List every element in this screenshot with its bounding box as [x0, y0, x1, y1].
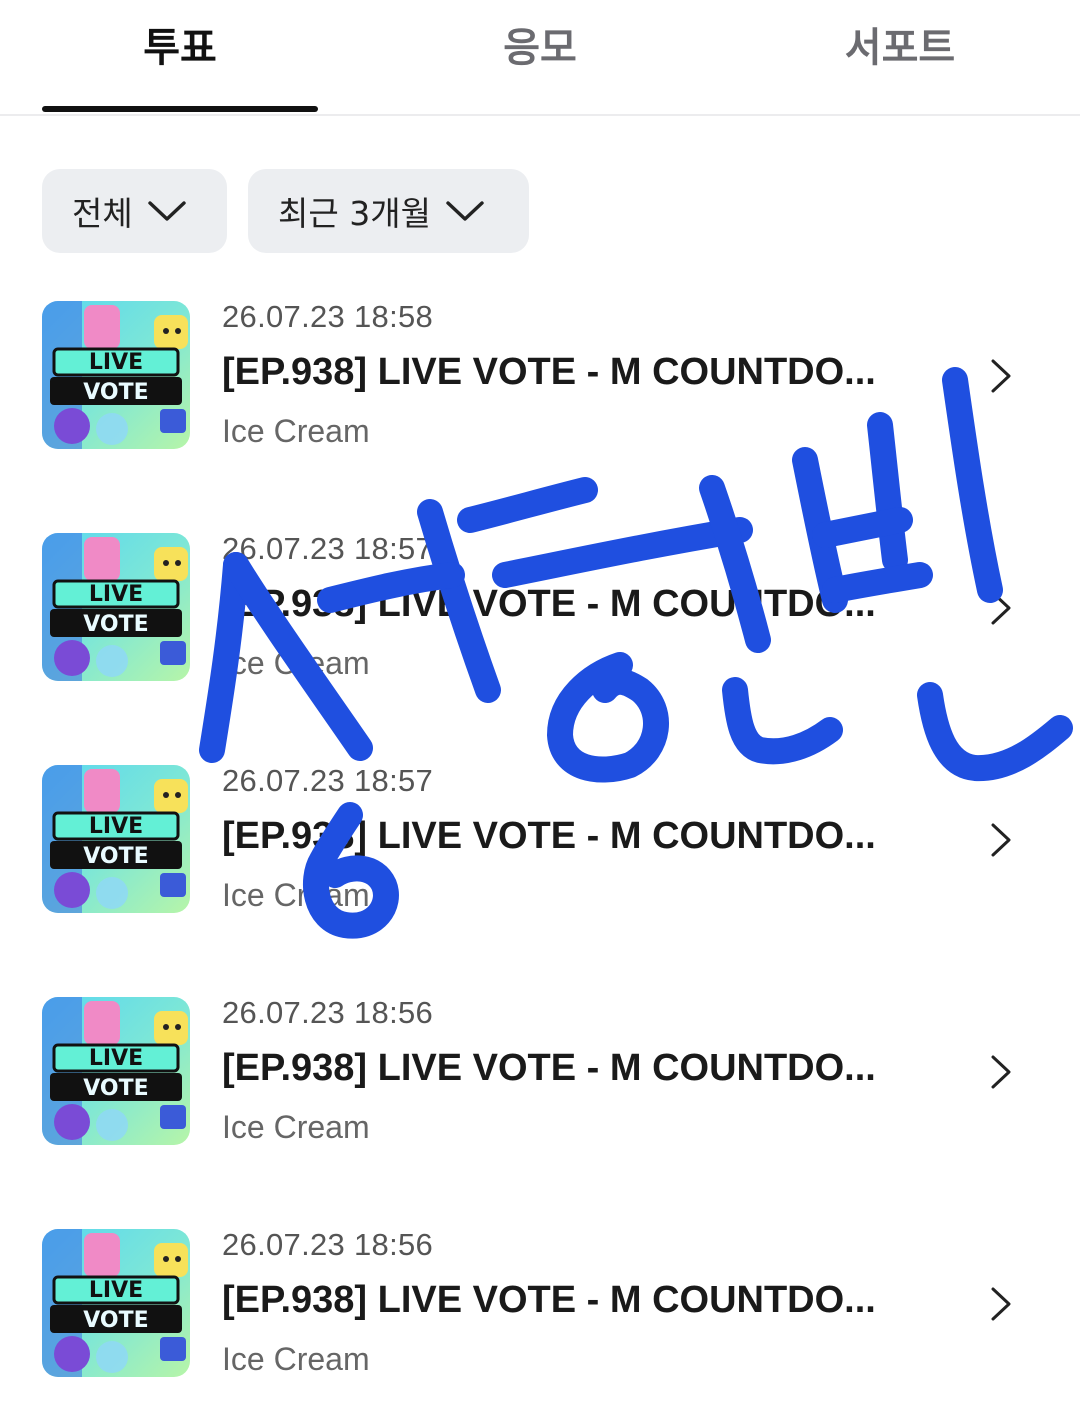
active-tab-indicator [42, 106, 318, 112]
vote-list-item[interactable]: LIVE VOTE 26.07.23 18:58 [EP.938] LIVE V… [0, 299, 1080, 451]
chevron-down-icon [148, 201, 186, 221]
period-filter-dropdown[interactable]: 최근 3개월 [248, 169, 529, 253]
thumbnail-vote-text: VOTE [83, 380, 148, 405]
vote-date: 26.07.23 18:58 [222, 299, 434, 334]
vote-date: 26.07.23 18:57 [222, 763, 434, 798]
thumbnail-vote-text: VOTE [83, 1308, 148, 1333]
live-vote-thumbnail: LIVE VOTE [42, 1229, 190, 1377]
thumbnail-live-text: LIVE [89, 582, 143, 607]
thumbnail-live-text: LIVE [89, 1046, 143, 1071]
vote-title: [EP.938] LIVE VOTE - M COUNTDO... [222, 351, 876, 393]
thumbnail-vote-text: VOTE [83, 844, 148, 869]
vote-list-item[interactable]: LIVE VOTE 26.07.23 18:57 [EP.938] LIVE V… [0, 531, 1080, 683]
chevron-right-icon [991, 823, 1011, 857]
chevron-right-icon [991, 359, 1011, 393]
vote-history-screen: 투표 응모 서포트 전체 최근 3개월 LIVE VOTE 26.07.23 1… [0, 0, 1080, 1419]
live-vote-thumbnail: LIVE VOTE [42, 533, 190, 681]
period-filter-label: 최근 3개월 [278, 194, 431, 233]
vote-date: 26.07.23 18:56 [222, 1227, 434, 1262]
tab-support[interactable]: 서포트 [762, 18, 1038, 78]
live-vote-thumbnail: LIVE VOTE [42, 765, 190, 913]
vote-title: [EP.938] LIVE VOTE - M COUNTDO... [222, 1279, 876, 1321]
thumbnail-vote-text: VOTE [83, 612, 148, 637]
thumbnail-live-text: LIVE [89, 1278, 143, 1303]
vote-list-item[interactable]: LIVE VOTE 26.07.23 18:56 [EP.938] LIVE V… [0, 995, 1080, 1147]
chevron-right-icon [991, 1287, 1011, 1321]
vote-title: [EP.938] LIVE VOTE - M COUNTDO... [222, 583, 876, 625]
vote-date: 26.07.23 18:56 [222, 995, 434, 1030]
vote-list-item[interactable]: LIVE VOTE 26.07.23 18:57 [EP.938] LIVE V… [0, 763, 1080, 915]
vote-subtitle: Ice Cream [222, 1109, 370, 1145]
thumbnail-vote-text: VOTE [83, 1076, 148, 1101]
chevron-down-icon [446, 201, 484, 221]
category-filter-dropdown[interactable]: 전체 [42, 169, 227, 253]
vote-subtitle: Ice Cream [222, 1341, 370, 1377]
tab-bar: 투표 응모 서포트 [0, 0, 1080, 116]
vote-title: [EP.938] LIVE VOTE - M COUNTDO... [222, 815, 876, 857]
chevron-right-icon [991, 1055, 1011, 1089]
vote-subtitle: Ice Cream [222, 645, 370, 681]
vote-subtitle: Ice Cream [222, 877, 370, 913]
category-filter-label: 전체 [72, 194, 133, 233]
thumbnail-live-text: LIVE [89, 814, 143, 839]
live-vote-thumbnail: LIVE VOTE [42, 997, 190, 1145]
thumbnail-live-text: LIVE [89, 350, 143, 375]
vote-title: [EP.938] LIVE VOTE - M COUNTDO... [222, 1047, 876, 1089]
live-vote-thumbnail: LIVE VOTE [42, 301, 190, 449]
chevron-right-icon [991, 591, 1011, 625]
vote-list-item[interactable]: LIVE VOTE 26.07.23 18:56 [EP.938] LIVE V… [0, 1227, 1080, 1379]
vote-date: 26.07.23 18:57 [222, 531, 434, 566]
vote-subtitle: Ice Cream [222, 413, 370, 449]
tab-apply[interactable]: 응모 [402, 18, 678, 78]
tab-vote[interactable]: 투표 [42, 18, 318, 78]
